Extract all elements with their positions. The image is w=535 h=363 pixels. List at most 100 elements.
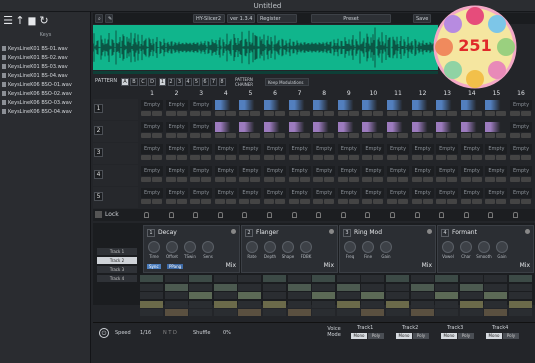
step-option[interactable] bbox=[510, 199, 520, 204]
track-number[interactable]: 3 bbox=[94, 148, 103, 157]
step-cell[interactable]: Empty bbox=[238, 165, 262, 186]
fx-knob[interactable] bbox=[362, 241, 374, 253]
pattern-num-2[interactable]: 2 bbox=[167, 78, 175, 86]
zoom-icon[interactable]: ⌕ bbox=[95, 14, 103, 23]
step-cell[interactable]: Empty bbox=[165, 99, 189, 120]
lock-icon[interactable] bbox=[316, 212, 322, 218]
step-option[interactable] bbox=[471, 111, 482, 116]
step-option[interactable] bbox=[214, 155, 225, 160]
step-cell[interactable]: Empty bbox=[337, 143, 361, 164]
step-option[interactable] bbox=[288, 133, 299, 138]
step-option[interactable] bbox=[141, 155, 151, 160]
triplet-toggle[interactable]: N T D bbox=[163, 330, 177, 336]
grid-cell[interactable] bbox=[336, 309, 360, 316]
fx-knob[interactable] bbox=[380, 241, 392, 253]
step-option[interactable] bbox=[460, 199, 471, 204]
step-option[interactable] bbox=[496, 199, 507, 204]
pencil-icon[interactable]: ✎ bbox=[105, 14, 113, 23]
grid-cell[interactable] bbox=[164, 309, 188, 316]
step-cell[interactable] bbox=[214, 121, 238, 142]
waveform-display[interactable] bbox=[93, 25, 438, 70]
step-option[interactable] bbox=[313, 199, 324, 204]
grid-cell[interactable] bbox=[164, 283, 188, 291]
step-option[interactable] bbox=[141, 177, 151, 182]
fx-knob[interactable] bbox=[460, 241, 472, 253]
step-option[interactable] bbox=[447, 199, 458, 204]
pattern-slot-d[interactable]: D bbox=[148, 78, 156, 86]
mono-button[interactable]: Mono bbox=[486, 333, 502, 339]
grid-cell[interactable] bbox=[459, 300, 483, 308]
step-cell[interactable] bbox=[214, 99, 238, 120]
step-cell[interactable]: Empty bbox=[509, 121, 533, 142]
step-option[interactable] bbox=[176, 199, 187, 204]
step-cell[interactable]: Empty bbox=[509, 187, 533, 208]
step-option[interactable] bbox=[398, 133, 408, 138]
step-option[interactable] bbox=[214, 177, 225, 182]
step-cell[interactable]: Empty bbox=[411, 165, 435, 186]
step-option[interactable] bbox=[362, 177, 373, 182]
fx-knob[interactable] bbox=[496, 241, 508, 253]
fx-knob[interactable] bbox=[442, 241, 454, 253]
step-cell[interactable]: Empty bbox=[484, 143, 508, 164]
step-option[interactable] bbox=[299, 155, 310, 160]
grid-cell[interactable] bbox=[189, 300, 213, 308]
step-option[interactable] bbox=[411, 155, 422, 160]
step-cell[interactable]: Empty bbox=[189, 99, 213, 120]
step-option[interactable] bbox=[447, 177, 458, 182]
pattern-num-8[interactable]: 8 bbox=[218, 78, 226, 86]
step-cell[interactable]: Empty bbox=[386, 187, 410, 208]
lock-icon[interactable] bbox=[217, 212, 223, 218]
grid-cell[interactable] bbox=[410, 283, 434, 291]
grid-cell[interactable] bbox=[140, 283, 163, 291]
fx-knob[interactable] bbox=[344, 241, 356, 253]
step-option[interactable] bbox=[264, 111, 274, 116]
grid-cell[interactable] bbox=[435, 309, 459, 316]
file-item[interactable]: KeysLineK01 BS-03.wav bbox=[2, 63, 90, 71]
lock-icon[interactable] bbox=[267, 212, 272, 218]
power-icon[interactable]: ⏻ bbox=[99, 328, 109, 338]
step-option[interactable] bbox=[471, 155, 482, 160]
modulation-grid[interactable] bbox=[140, 275, 535, 320]
step-option[interactable] bbox=[141, 199, 151, 204]
grid-cell[interactable] bbox=[213, 275, 237, 282]
step-option[interactable] bbox=[362, 133, 373, 138]
grid-cell[interactable] bbox=[140, 300, 163, 308]
step-cell[interactable] bbox=[238, 121, 262, 142]
grid-cell[interactable] bbox=[459, 283, 483, 291]
step-cell[interactable]: Empty bbox=[484, 187, 508, 208]
step-option[interactable] bbox=[176, 111, 187, 116]
grid-cell[interactable] bbox=[459, 292, 483, 299]
step-option[interactable] bbox=[165, 133, 176, 138]
grid-cell[interactable] bbox=[263, 275, 286, 282]
step-option[interactable] bbox=[496, 177, 507, 182]
step-option[interactable] bbox=[387, 111, 397, 116]
file-item[interactable]: KeysLineK06 BSO-04.wav bbox=[2, 108, 90, 116]
pattern-slot-b[interactable]: B bbox=[130, 78, 138, 86]
track-select-button[interactable]: Track 3 bbox=[97, 266, 137, 273]
step-option[interactable] bbox=[348, 177, 359, 182]
step-option[interactable] bbox=[152, 177, 162, 182]
track-number[interactable]: 1 bbox=[94, 104, 103, 113]
step-option[interactable] bbox=[225, 155, 236, 160]
step-option[interactable] bbox=[313, 177, 324, 182]
step-cell[interactable] bbox=[411, 99, 435, 120]
step-option[interactable] bbox=[373, 199, 384, 204]
file-item[interactable]: KeysLineK06 BSO-02.wav bbox=[2, 90, 90, 98]
step-option[interactable] bbox=[201, 155, 212, 160]
step-option[interactable] bbox=[264, 155, 274, 160]
step-option[interactable] bbox=[496, 133, 507, 138]
step-option[interactable] bbox=[436, 133, 447, 138]
step-option[interactable] bbox=[485, 155, 496, 160]
step-option[interactable] bbox=[422, 199, 433, 204]
step-option[interactable] bbox=[299, 111, 310, 116]
step-option[interactable] bbox=[373, 177, 384, 182]
grid-cell[interactable] bbox=[484, 300, 508, 308]
step-option[interactable] bbox=[496, 111, 507, 116]
folder-icon[interactable]: ▆ bbox=[26, 15, 38, 27]
step-option[interactable] bbox=[152, 111, 162, 116]
step-option[interactable] bbox=[190, 155, 201, 160]
grid-cell[interactable] bbox=[213, 292, 237, 299]
step-option[interactable] bbox=[521, 111, 531, 116]
step-option[interactable] bbox=[250, 111, 261, 116]
grid-cell[interactable] bbox=[386, 309, 409, 316]
